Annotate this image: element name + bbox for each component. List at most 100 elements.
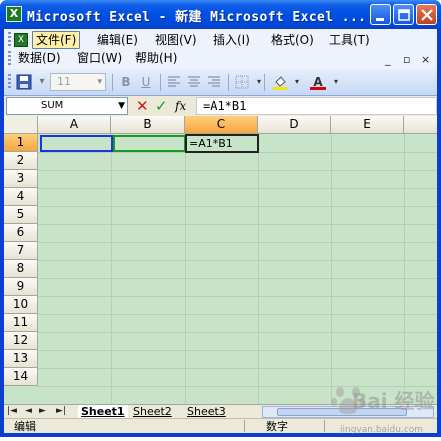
align-right-icon[interactable] — [206, 74, 222, 90]
doc-close-button[interactable]: × — [421, 53, 430, 66]
grid-line — [258, 134, 259, 404]
column-header-d[interactable]: D — [258, 116, 331, 134]
sheet-tab-2[interactable]: Sheet2 — [130, 405, 175, 419]
cell-a1-reference[interactable] — [40, 135, 113, 152]
grid-line — [38, 224, 437, 225]
client-area: X 文件(F) 编辑(E) 视图(V) 插入(I) 格式(O) 工具(T) 数据… — [4, 29, 437, 435]
prev-sheet-button[interactable]: ◄ — [25, 404, 32, 418]
row-header-13[interactable]: 13 — [4, 350, 38, 368]
menu-edit[interactable]: 编辑(E) — [94, 32, 141, 48]
toolbar-separator — [112, 74, 113, 91]
workbook-icon[interactable]: X — [14, 33, 28, 47]
excel-window: X Microsoft Excel - 新建 Microsoft Excel .… — [0, 0, 441, 437]
save-icon[interactable] — [16, 74, 32, 90]
row-header-8[interactable]: 8 — [4, 260, 38, 278]
toolbar-grip[interactable] — [8, 74, 11, 90]
title-bar[interactable]: X Microsoft Excel - 新建 Microsoft Excel .… — [0, 0, 441, 29]
maximize-icon — [398, 9, 410, 21]
last-sheet-button[interactable]: ►| — [56, 404, 66, 418]
font-color-dropdown-icon[interactable]: ▾ — [328, 74, 344, 90]
row-header-4[interactable]: 4 — [4, 188, 38, 206]
name-box-dropdown-icon[interactable]: ▼ — [118, 98, 125, 114]
name-box[interactable]: SUM ▼ — [6, 97, 128, 115]
row-header-5[interactable]: 5 — [4, 206, 38, 224]
grid-line — [38, 386, 437, 387]
doc-minimize-button[interactable]: _ — [385, 53, 391, 66]
enter-icon[interactable]: ✓ — [155, 97, 168, 115]
font-color-swatch — [310, 87, 326, 90]
menu-window[interactable]: 窗口(W) — [74, 50, 125, 66]
fill-color-dropdown-icon[interactable]: ▾ — [289, 74, 305, 90]
grid-line — [38, 188, 437, 189]
row-header-6[interactable]: 6 — [4, 224, 38, 242]
grid-line — [185, 134, 186, 404]
grid-line — [111, 134, 112, 404]
row-header-3[interactable]: 3 — [4, 170, 38, 188]
menu-help[interactable]: 帮助(H) — [132, 50, 180, 66]
dropdown-arrow-icon[interactable]: ▾ — [34, 74, 50, 90]
grid-line — [38, 350, 437, 351]
worksheet-grid[interactable]: A B C D E 1 2 3 4 5 6 7 8 9 10 11 12 13 … — [4, 116, 437, 404]
column-header-partial[interactable] — [404, 116, 437, 134]
fill-color-icon[interactable] — [272, 74, 288, 90]
row-header-10[interactable]: 10 — [4, 296, 38, 314]
formatting-toolbar: ▾ 11 ▾ B U ▾ ▾ A ▾ — [4, 69, 437, 96]
row-header-14[interactable]: 14 — [4, 368, 38, 386]
row-header-11[interactable]: 11 — [4, 314, 38, 332]
sheet-tab-bar: |◄ ◄ ► ►| Sheet1 Sheet2 Sheet3 — [4, 404, 437, 419]
select-all-corner[interactable] — [4, 116, 38, 134]
column-header-e[interactable]: E — [331, 116, 404, 134]
grid-line — [38, 260, 437, 261]
menu-data[interactable]: 数据(D) — [15, 50, 64, 66]
menu-grip-2[interactable] — [8, 51, 11, 65]
menu-view[interactable]: 视图(V) — [152, 32, 200, 48]
excel-icon[interactable]: X — [6, 6, 22, 22]
menu-insert[interactable]: 插入(I) — [210, 32, 253, 48]
row-header-2[interactable]: 2 — [4, 152, 38, 170]
font-size-value: 11 — [57, 75, 71, 88]
menu-file[interactable]: 文件(F) — [32, 31, 81, 49]
minimize-button[interactable] — [370, 4, 391, 25]
status-separator — [244, 420, 245, 432]
row-header-9[interactable]: 9 — [4, 278, 38, 296]
insert-function-icon[interactable]: fx — [175, 98, 186, 114]
bold-icon[interactable]: B — [118, 74, 134, 90]
underline-icon[interactable]: U — [138, 74, 154, 90]
first-sheet-button[interactable]: |◄ — [7, 404, 17, 418]
next-sheet-button[interactable]: ► — [39, 404, 46, 418]
borders-icon[interactable] — [234, 74, 250, 90]
toolbar-separator — [228, 74, 229, 91]
sheet-tab-3[interactable]: Sheet3 — [184, 405, 229, 419]
doc-restore-button[interactable]: ▫ — [403, 53, 410, 66]
align-center-icon[interactable] — [186, 74, 202, 90]
horizontal-scrollbar[interactable] — [262, 406, 434, 418]
grid-line — [38, 368, 437, 369]
toolbar-separator — [264, 74, 265, 91]
close-button[interactable] — [416, 4, 437, 25]
row-header-12[interactable]: 12 — [4, 332, 38, 350]
column-header-c[interactable]: C — [185, 116, 258, 134]
menu-tools[interactable]: 工具(T) — [326, 32, 373, 48]
font-color-icon[interactable]: A — [310, 74, 326, 90]
cell-b1-reference[interactable] — [113, 135, 186, 152]
minimize-icon — [376, 18, 384, 21]
font-size-select[interactable]: 11 ▾ — [50, 73, 106, 91]
column-header-b[interactable]: B — [111, 116, 185, 134]
grid-line — [38, 170, 437, 171]
status-separator — [324, 420, 325, 432]
grid-line — [331, 134, 332, 404]
menu-format[interactable]: 格式(O) — [268, 32, 317, 48]
row-header-7[interactable]: 7 — [4, 242, 38, 260]
cell-c1-active[interactable]: =A1*B1 — [185, 134, 259, 153]
maximize-button[interactable] — [393, 4, 414, 25]
status-bar: 编辑 数字 — [4, 418, 437, 433]
column-header-a[interactable]: A — [38, 116, 111, 134]
horizontal-scroll-thumb[interactable] — [277, 408, 407, 416]
grid-line — [38, 206, 437, 207]
menu-grip[interactable] — [8, 32, 11, 48]
sheet-tab-1[interactable]: Sheet1 — [78, 405, 128, 419]
formula-input[interactable]: =A1*B1 — [196, 97, 437, 115]
cancel-icon[interactable]: ✕ — [136, 97, 149, 115]
row-header-1[interactable]: 1 — [4, 134, 38, 152]
align-left-icon[interactable] — [166, 74, 182, 90]
